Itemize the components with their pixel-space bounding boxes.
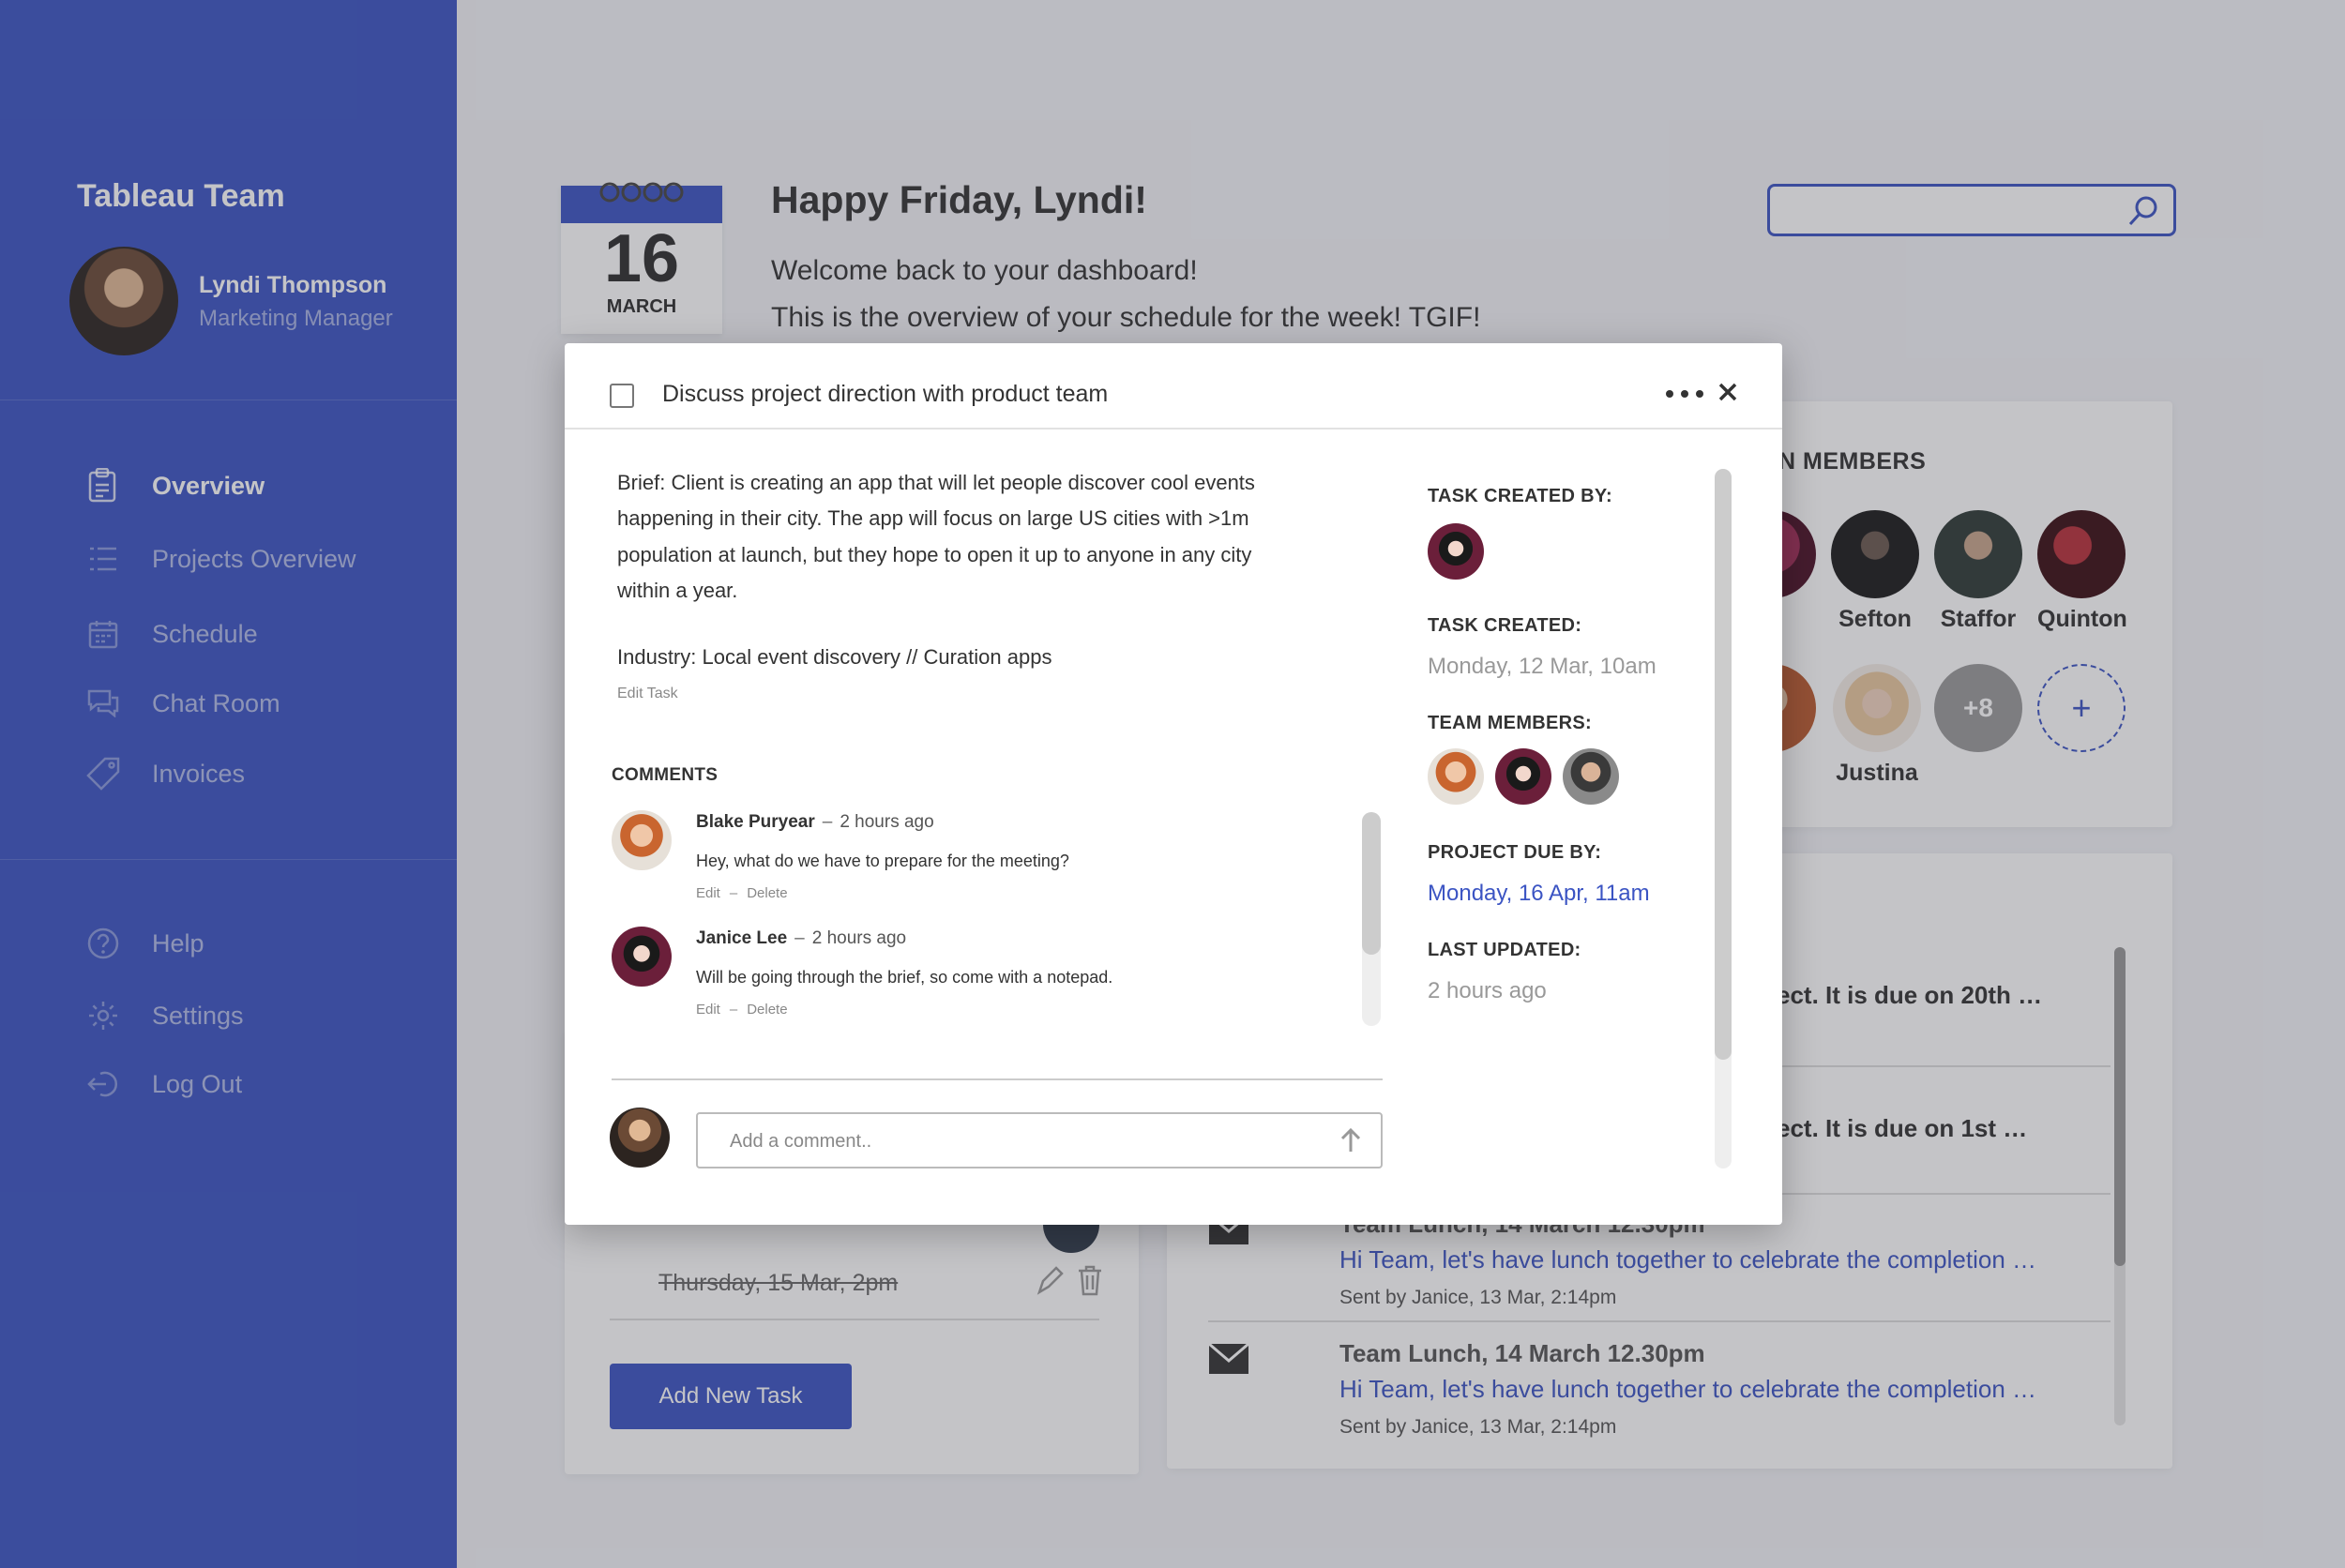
comment-delete-link[interactable]: Delete (747, 885, 787, 901)
comment-author-line: Janice Lee –2 hours ago (696, 928, 906, 949)
comment-item: Janice Lee –2 hours ago Will be going thr… (612, 927, 1343, 1020)
task-title: Discuss project direction with product t… (662, 381, 1109, 407)
modal-scrollbar[interactable] (1715, 469, 1732, 1168)
comment-separator: – (822, 812, 833, 832)
comment-input[interactable] (730, 1127, 1311, 1155)
comments-scrollbar[interactable] (1362, 812, 1381, 1026)
avatar[interactable] (1495, 748, 1551, 805)
brief-line: within a year. (617, 579, 738, 603)
task-created-by: TASK CREATED BY: (1428, 486, 1709, 507)
avatar[interactable] (1563, 748, 1619, 805)
comment-time: 2 hours ago (840, 812, 934, 832)
meta-label: TASK CREATED BY: (1428, 486, 1613, 506)
comment-separator: – (794, 928, 805, 948)
arrow-up-icon[interactable] (1339, 1127, 1362, 1153)
meta-label: TASK CREATED: (1428, 615, 1582, 636)
brief-line: population at launch, but they hope to o… (617, 542, 1252, 566)
comment-edit-link[interactable]: Edit (696, 885, 720, 901)
meta-value: 2 hours ago (1428, 978, 1547, 1003)
comment-author: Janice Lee (696, 928, 788, 948)
team-members-meta: TEAM MEMBERS: (1428, 713, 1709, 734)
avatar (612, 927, 672, 987)
comment-box (696, 1112, 1383, 1168)
avatar[interactable] (1428, 748, 1484, 805)
comment-actions: Edit – Delete (696, 885, 788, 901)
task-complete-checkbox[interactable] (610, 384, 634, 408)
comment-author: Blake Puryear (696, 812, 815, 832)
comment-divider (612, 1078, 1383, 1080)
brief-line: happening in their city. The app will fo… (617, 506, 1249, 531)
avatar[interactable] (1428, 523, 1484, 580)
comment-edit-link[interactable]: Edit (696, 1002, 720, 1018)
edit-task-link[interactable]: Edit Task (617, 686, 678, 702)
scrollbar-thumb[interactable] (1362, 812, 1381, 955)
task-detail-modal: Discuss project direction with product t… (565, 343, 1782, 1225)
scrollbar-thumb[interactable] (1715, 469, 1732, 1060)
task-brief: Brief: Client is creating an app that wi… (617, 465, 1283, 610)
comment-time: 2 hours ago (811, 928, 907, 948)
meta-label: TEAM MEMBERS: (1428, 713, 1593, 733)
meta-label: PROJECT DUE BY: (1428, 842, 1602, 863)
meta-value: Monday, 12 Mar, 10am (1428, 654, 1657, 679)
task-created: TASK CREATED: Monday, 12 Mar, 10am (1428, 615, 1709, 680)
meta-label: LAST UPDATED: (1428, 940, 1581, 960)
last-updated: LAST UPDATED: 2 hours ago (1428, 940, 1709, 1004)
task-industry: Industry: Local event discovery // Curat… (617, 645, 1052, 669)
more-options-icon[interactable] (1666, 386, 1703, 401)
avatar (612, 810, 672, 870)
meta-value: Monday, 16 Apr, 11am (1428, 881, 1650, 906)
comment-text: Will be going through the brief, so come… (696, 968, 1113, 987)
comment-actions: Edit – Delete (696, 1002, 788, 1018)
comment-delete-link[interactable]: Delete (747, 1002, 787, 1018)
avatar (610, 1108, 670, 1168)
brief-line: Brief: Client is creating an app that wi… (617, 471, 1255, 494)
modal-header: Discuss project direction with product t… (565, 343, 1782, 430)
project-due: PROJECT DUE BY: Monday, 16 Apr, 11am (1428, 842, 1709, 907)
comments-heading: COMMENTS (612, 765, 719, 785)
close-icon[interactable] (1717, 381, 1739, 403)
comment-text: Hey, what do we have to prepare for the … (696, 852, 1069, 870)
comment-item: Blake Puryear –2 hours ago Hey, what do w… (612, 810, 1343, 904)
comment-author-line: Blake Puryear –2 hours ago (696, 812, 934, 833)
